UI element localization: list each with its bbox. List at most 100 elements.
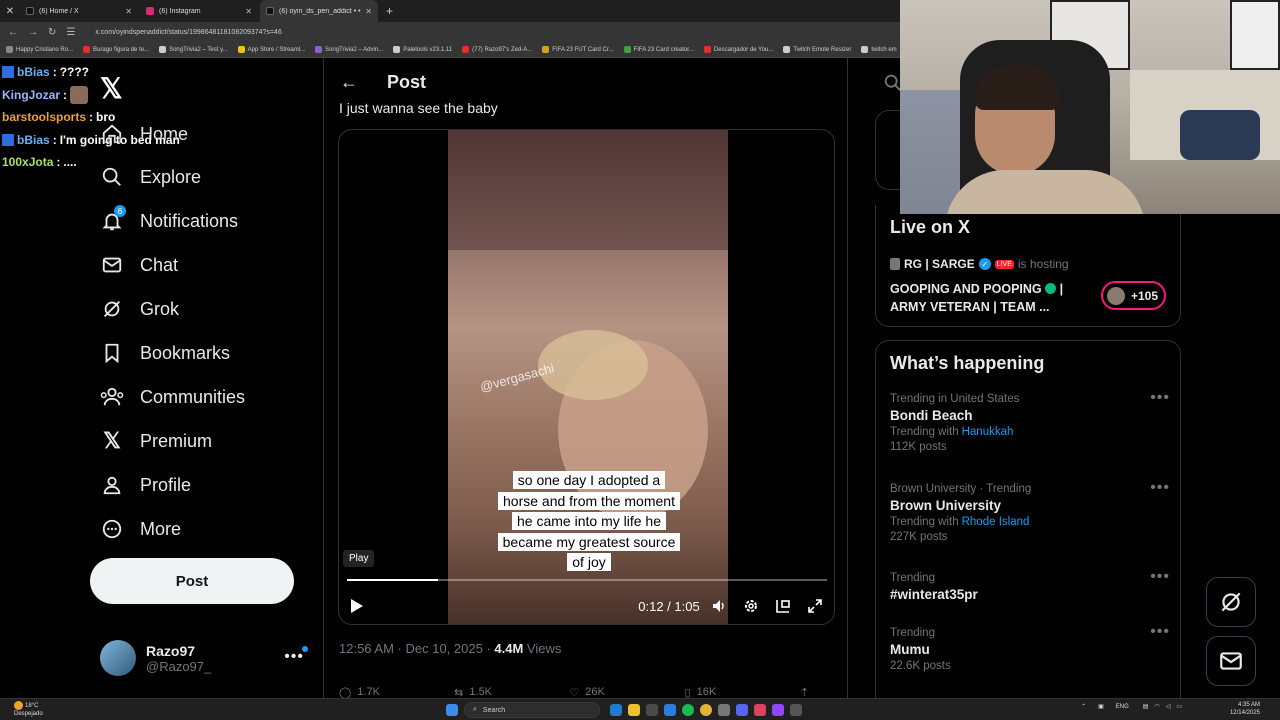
site-info-icon[interactable]: ☰ [66,27,75,38]
bookmark-button[interactable]: ▯ 16K [685,685,800,699]
reply-button[interactable]: ◯ 1.7K [339,685,454,699]
reply-icon: ◯ [339,686,352,699]
sidebar-item-grok[interactable]: Grok [100,294,179,324]
bookmark-item[interactable]: twitch em [861,46,897,53]
weather-widget[interactable]: 18°C Despejado [14,701,43,718]
bookmark-label: SongTrivia2 – Test y... [169,46,228,53]
chrome-icon[interactable] [700,704,712,716]
app-icon[interactable] [754,704,766,716]
sidebar-item-chat[interactable]: Chat [100,250,178,280]
bookmark-item[interactable]: (77) Razo97's Zed-A... [462,46,532,53]
edge-icon[interactable] [610,704,622,716]
sidebar-item-notifications[interactable]: 6 Notifications [100,205,238,236]
back-arrow-icon[interactable]: ← [340,72,358,93]
trend-with-label: Trending with [890,516,959,528]
sidebar-item-more[interactable]: More [100,514,181,544]
twitch-icon[interactable] [772,704,784,716]
settings-gear-icon[interactable] [790,704,802,716]
sidebar-card [875,110,900,190]
live-badge: LIVE [994,259,1014,269]
bookmark-item[interactable]: SongTrivia2 – Advin... [315,46,383,53]
video-player[interactable]: @vergasachi so one day I adopted a horse… [338,129,835,625]
listener-count-pill[interactable]: +105 [1101,281,1166,310]
sidebar-item-profile[interactable]: Profile [100,470,191,500]
tab-close-icon[interactable]: ✕ [245,7,252,16]
sidebar-item-premium[interactable]: 𝕏 Premium [100,426,212,456]
more-dots-icon[interactable]: ••• [1150,479,1170,497]
trend-item[interactable]: Brown University · Trending Brown Univer… [890,479,1170,543]
trend-item[interactable]: Trending Mumu 22.6K posts ••• [890,623,1170,672]
bookmark-item[interactable]: Happy Cristiano Ro... [6,46,73,53]
grok-icon [1221,592,1241,612]
wifi-icon: ◠ [1154,704,1160,710]
repost-button[interactable]: ⇆ 1.5K [454,685,569,699]
video-progress-bar[interactable] [347,579,827,581]
chat-message: KingJozar: [2,84,202,107]
more-dots-icon[interactable]: ••• [1150,568,1170,586]
fullscreen-icon[interactable] [805,596,825,616]
stream-chat-overlay: bBias: ???? KingJozar: barstoolsports: br… [2,61,202,174]
system-tray[interactable]: ⌃ ▣ ENG ▤ ◠ ◁ ▭ [1081,703,1252,711]
trend-with-link[interactable]: Rhode Island [962,516,1030,528]
volume-icon[interactable] [709,596,729,616]
browser-tab[interactable]: (6) Instagram ✕ [140,0,258,22]
new-tab-icon[interactable]: + [386,4,393,18]
back-icon[interactable]: ← [8,27,18,38]
discord-icon[interactable] [736,704,748,716]
file-explorer-icon[interactable] [628,704,640,716]
more-dots-icon[interactable]: ••• [284,648,304,666]
like-button[interactable]: ♡ 26K [569,685,684,699]
settings-gear-icon[interactable] [741,596,761,616]
clock-date: 12/14/2025 [1229,710,1260,716]
tab-search-icon[interactable]: ✕ [0,6,20,17]
bookmark-item[interactable]: App Store / Streaml... [237,46,305,53]
bookmark-item[interactable]: FIFA 23 Card creator... [623,46,694,53]
forward-icon[interactable]: → [28,27,38,38]
store-icon[interactable] [646,704,658,716]
trend-item[interactable]: Trending in United States Bondi Beach Tr… [890,389,1170,453]
bookmark-item[interactable]: FIFA 23 FUT Card Cr... [542,46,614,53]
post-button[interactable]: Post [90,558,294,604]
more-dots-icon[interactable]: ••• [1150,623,1170,641]
picture-in-picture-icon[interactable] [773,596,793,616]
webcam-overlay [900,0,1280,214]
live-stream-title[interactable]: GOOPING AND POOPING | ARMY VETERAN | TEA… [890,280,1090,316]
sidebar-item-label: Chat [140,254,179,275]
account-switcher[interactable]: Razo97 @Razo97_ ••• [100,638,310,678]
bookmark-item[interactable]: SongTrivia2 – Test y... [159,46,228,53]
host-avatar-icon [890,258,900,270]
listener-count: +105 [1131,288,1159,303]
messages-fab-button[interactable] [1206,636,1256,686]
trend-item[interactable]: Trending #winterat35pr ••• [890,568,1170,602]
start-icon[interactable] [446,704,458,716]
trend-with-link[interactable]: Hanukkah [962,426,1014,438]
bookmark-favicon-icon [159,46,167,53]
reload-icon[interactable]: ↻ [48,27,56,38]
post-action-bar: ◯ 1.7K ⇆ 1.5K ♡ 26K ▯ 16K ⇡ [339,685,829,699]
spotify-icon[interactable] [682,704,694,716]
bookmark-item[interactable]: Burago figura de te... [83,46,149,53]
bookmark-item[interactable]: Paletools v23.1.11 [393,46,452,53]
taskbar-search[interactable]: ⌕ Search [464,702,600,718]
browser-tab[interactable]: (6) Home / X ✕ [20,0,138,22]
play-button[interactable] [347,596,367,616]
sidebar-item-bookmarks[interactable]: Bookmarks [100,338,230,368]
live-host-row[interactable]: RG | SARGE ✓ LIVE is hosting [890,257,1069,271]
trend-context: Trending [890,572,935,584]
more-dots-icon[interactable]: ••• [1150,389,1170,407]
sidebar-item-communities[interactable]: Communities [100,382,245,412]
caption-line: horse and from the moment [498,491,680,510]
tab-close-icon[interactable]: ✕ [365,7,372,16]
bookmark-item[interactable]: Descargador de You... [703,46,773,53]
share-button[interactable]: ⇡ [800,685,829,699]
app-icon[interactable] [718,704,730,716]
url-field[interactable]: x.com/oyindspenaddict/status/19986481181… [95,29,282,36]
tab-title: (6) oyin_ds_pen_addict • • • [279,7,362,15]
mail-app-icon[interactable] [664,704,676,716]
grok-fab-button[interactable] [1206,577,1256,627]
search-icon: ⌕ [473,706,477,713]
bookmark-item[interactable]: Twitch Emote Resizer [783,46,851,53]
tab-close-icon[interactable]: ✕ [125,7,132,16]
taskbar-clock[interactable]: 4:35 AM 12/14/2025 [1230,701,1260,717]
browser-tab-active[interactable]: (6) oyin_ds_pen_addict • • • ✕ [260,0,378,22]
